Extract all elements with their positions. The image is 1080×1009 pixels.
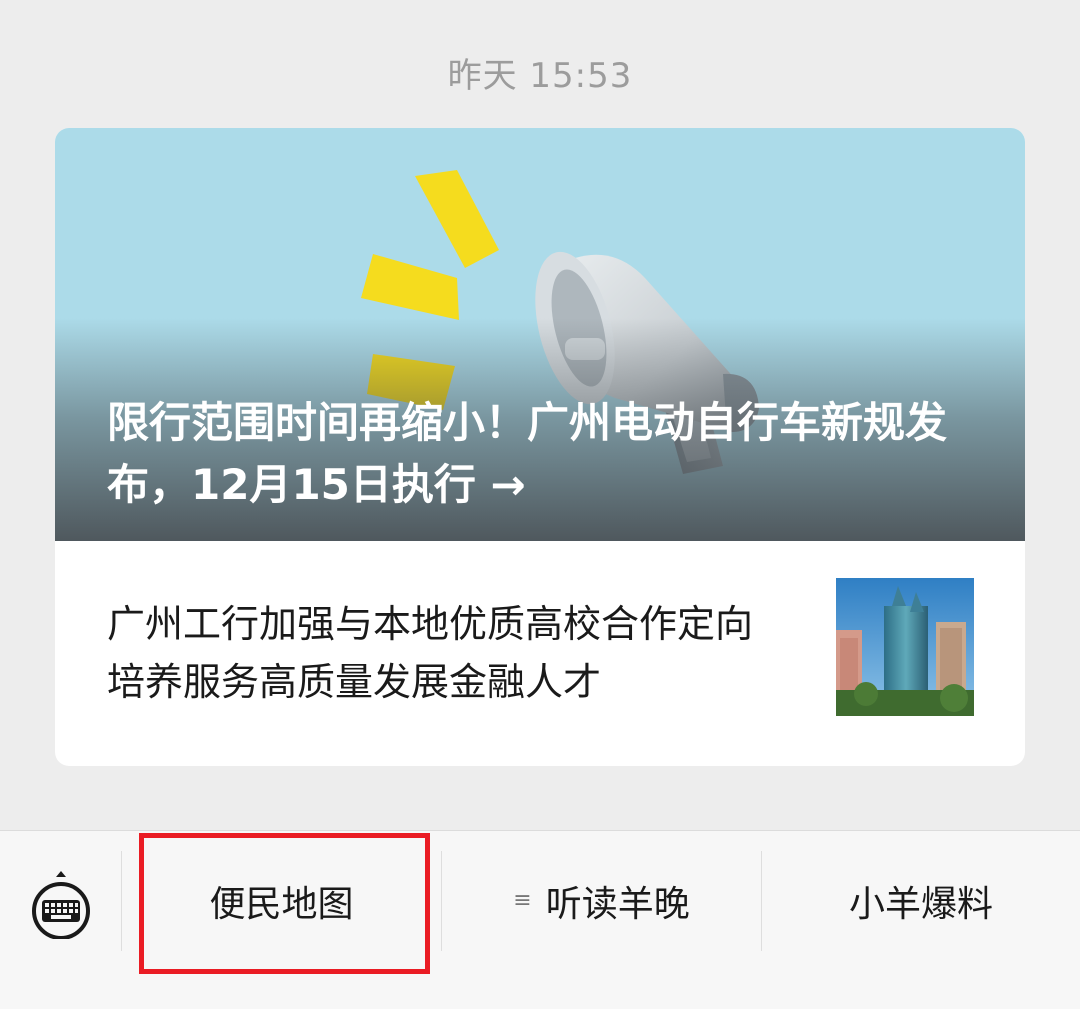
- keyboard-toggle-button[interactable]: [30, 869, 92, 940]
- menu-item-tingdu-yangwan[interactable]: ≡ 听读羊晚: [442, 831, 761, 971]
- sub-article-item[interactable]: 广州工行加强与本地优质高校合作定向培养服务高质量发展金融人才: [55, 541, 1025, 766]
- menu-bar: 便民地图 ≡ 听读羊晚 小羊爆料: [0, 830, 1080, 1009]
- submenu-icon: ≡: [513, 888, 532, 913]
- article-card: 限行范围时间再缩小！广州电动自行车新规发布，12月15日执行 → 广州工行加强与…: [55, 128, 1025, 766]
- menu-item-xiaoyang-baoliao[interactable]: 小羊爆料: [762, 831, 1080, 971]
- hero-article-title: 限行范围时间再缩小！广州电动自行车新规发布，12月15日执行 →: [107, 398, 948, 509]
- message-timestamp: 昨天 15:53: [447, 56, 633, 96]
- hero-article[interactable]: 限行范围时间再缩小！广州电动自行车新规发布，12月15日执行 →: [55, 128, 1025, 541]
- menu-item-label: 听读羊晚: [545, 884, 690, 925]
- menu-item-bianmin-ditu[interactable]: 便民地图: [122, 831, 441, 971]
- keyboard-icon: [32, 871, 90, 940]
- menu-item-label: 便民地图: [209, 884, 354, 925]
- city-buildings-thumbnail: [836, 578, 974, 716]
- menu-item-label: 小羊爆料: [848, 884, 993, 925]
- sub-article-title: 广州工行加强与本地优质高校合作定向培养服务高质量发展金融人才: [107, 602, 754, 704]
